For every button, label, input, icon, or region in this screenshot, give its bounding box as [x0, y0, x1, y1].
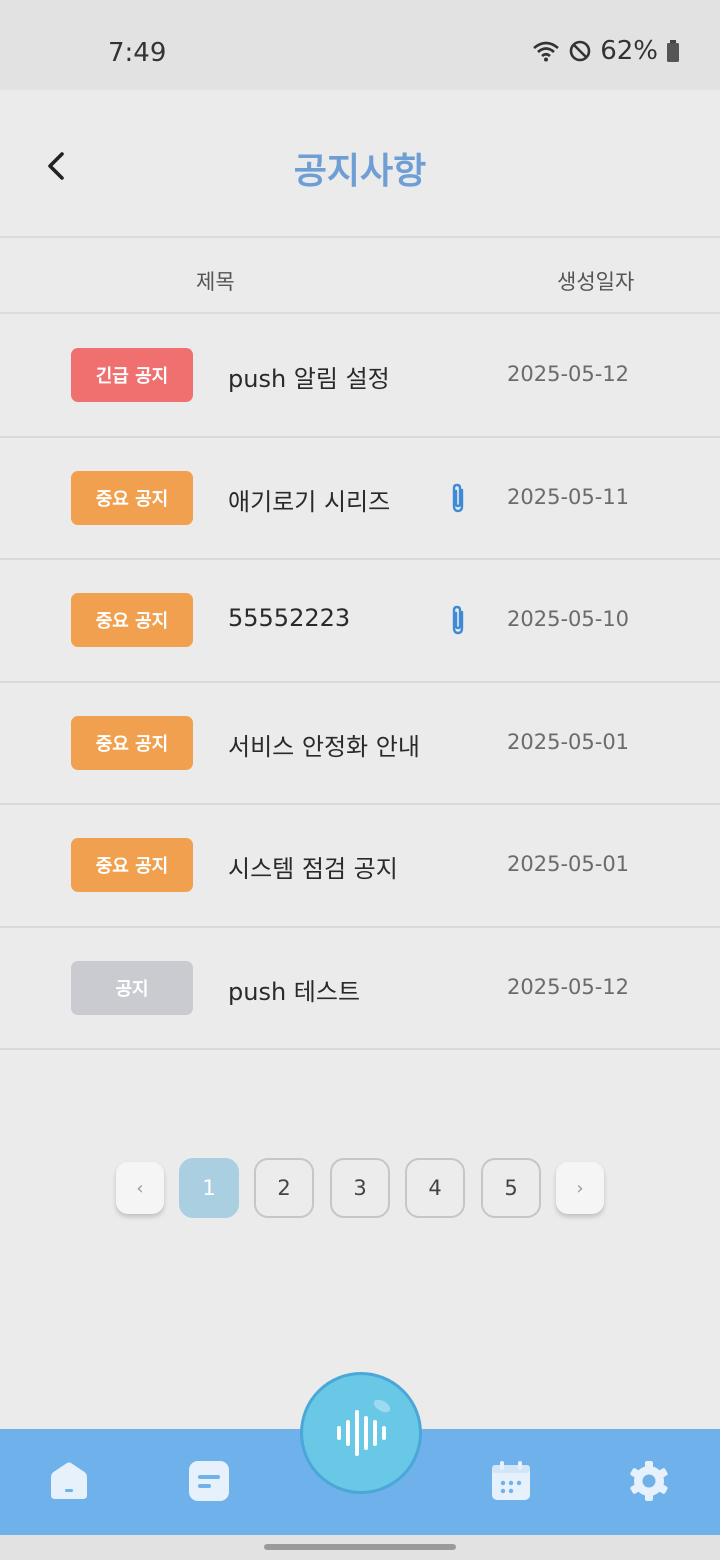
notice-row[interactable]: 중요 공지 55552223 2025-05-10 [0, 560, 720, 683]
pagination: ‹ 1 2 3 4 5 › [0, 1158, 720, 1220]
notice-badge: 공지 [71, 960, 193, 1015]
page-button-1[interactable]: 1 [179, 1158, 239, 1218]
notice-badge: 중요 공지 [71, 838, 193, 892]
notice-date: 2025-05-12 [507, 974, 630, 999]
prev-page-button[interactable]: ‹ [116, 1162, 164, 1214]
battery-icon [667, 40, 679, 62]
notice-title: push 알림 설정 [228, 365, 390, 393]
status-bar: 7:49 62% [0, 0, 720, 90]
do-not-disturb-icon [569, 40, 591, 62]
notice-row[interactable]: 공지 push 테스트 2025-05-12 [0, 928, 720, 1050]
status-time: 7:49 [108, 38, 167, 68]
notice-badge: 긴급 공지 [71, 348, 193, 402]
notice-badge: 중요 공지 [71, 715, 193, 770]
notice-title: push 테스트 [228, 977, 361, 1006]
calendar-icon [492, 1461, 530, 1500]
notice-date: 2025-05-12 [507, 362, 630, 386]
notice-title: 서비스 안정화 안내 [228, 732, 420, 761]
page-button-2[interactable]: 2 [254, 1158, 314, 1218]
notice-date: 2025-05-11 [507, 484, 630, 509]
home-gesture-handle[interactable] [264, 1544, 456, 1550]
wifi-icon [533, 41, 560, 62]
notice-title: 55552223 [228, 604, 351, 632]
notice-badge: 중요 공지 [71, 593, 193, 647]
page-button-3[interactable]: 3 [330, 1158, 390, 1218]
nav-board[interactable] [187, 1459, 231, 1503]
notice-badge: 중요 공지 [71, 470, 193, 525]
column-header-date: 생성일자 [557, 270, 635, 294]
notice-row[interactable]: 중요 공지 시스템 점검 공지 2025-05-01 [0, 805, 720, 928]
table-header: 제목 생성일자 [0, 240, 720, 314]
system-gesture-bar [0, 1535, 720, 1560]
next-page-button[interactable]: › [556, 1162, 604, 1214]
notice-date: 2025-05-01 [507, 729, 630, 754]
page-button-4[interactable]: 4 [405, 1158, 465, 1218]
attachment-icon [452, 483, 464, 512]
page-title: 공지사항 [293, 151, 427, 192]
settings-icon [630, 1461, 668, 1501]
nav-settings[interactable] [627, 1459, 671, 1503]
notice-date: 2025-05-01 [507, 852, 630, 876]
app-header: 공지사항 [0, 90, 720, 238]
attachment-icon [452, 605, 464, 635]
notice-date: 2025-05-10 [507, 607, 630, 631]
page-button-5[interactable]: 5 [481, 1158, 541, 1218]
notice-row[interactable]: 중요 공지 서비스 안정화 안내 2025-05-01 [0, 683, 720, 805]
nav-calendar[interactable] [489, 1459, 533, 1503]
board-icon [189, 1461, 229, 1501]
notice-title: 시스템 점검 공지 [228, 855, 398, 883]
notice-row[interactable]: 긴급 공지 push 알림 설정 2025-05-12 [0, 315, 720, 438]
notice-row[interactable]: 중요 공지 애기로기 시리즈 2025-05-11 [0, 438, 720, 560]
column-header-title: 제목 [196, 270, 235, 294]
home-icon [51, 1462, 87, 1499]
nav-home[interactable] [47, 1459, 91, 1503]
notice-list: 긴급 공지 push 알림 설정 2025-05-12 중요 공지 애기로기 시… [0, 315, 720, 1050]
notice-title: 애기로기 시리즈 [228, 487, 391, 516]
battery-percent: 62% [600, 36, 658, 66]
voice-record-button[interactable] [300, 1372, 422, 1494]
status-icons: 62% [532, 36, 680, 66]
sound-wave-icon [337, 1399, 391, 1456]
